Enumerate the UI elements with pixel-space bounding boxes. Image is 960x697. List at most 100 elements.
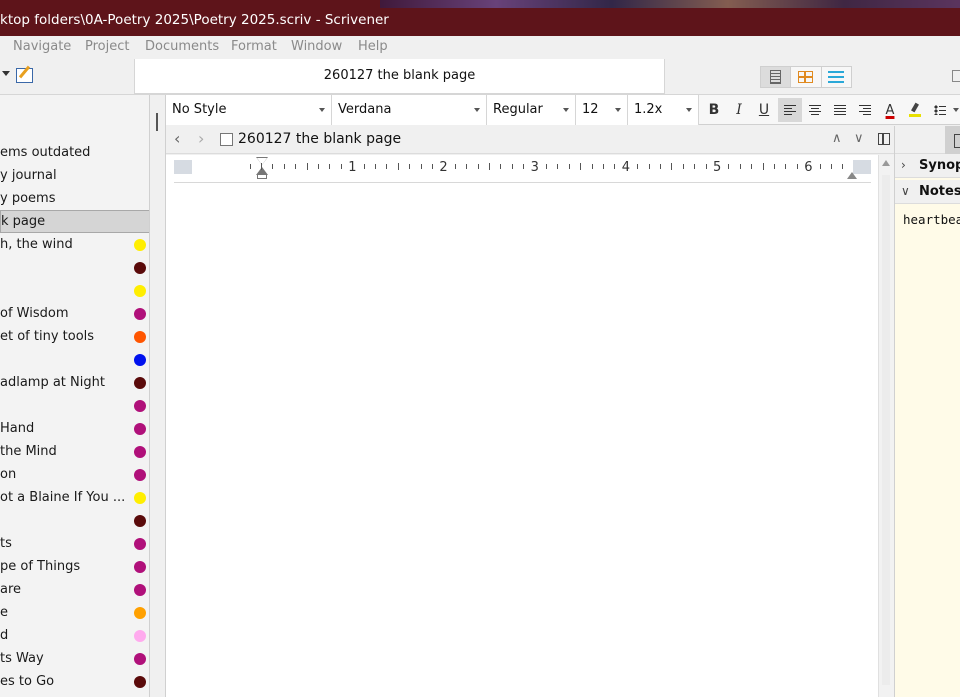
binder-item[interactable]: h, the wind: [0, 233, 149, 256]
binder-item[interactable]: ot a Blaine If You ...: [0, 486, 149, 509]
binder-item[interactable]: on: [0, 463, 149, 486]
menu-project[interactable]: Project: [85, 39, 129, 54]
ruler-tick: [397, 163, 399, 170]
align-left-button[interactable]: [778, 98, 802, 122]
notes-text[interactable]: heartbea: [903, 212, 960, 227]
ruler-tick: [819, 164, 821, 169]
font-color-button[interactable]: A: [878, 98, 902, 122]
menu-documents[interactable]: Documents: [145, 39, 219, 54]
font-weight-value: Regular: [493, 102, 543, 117]
document-title-display: 260127 the blank page: [134, 59, 665, 94]
split-editor-icon[interactable]: [878, 133, 890, 145]
indent-box[interactable]: [257, 174, 267, 179]
binder-item[interactable]: Hand: [0, 417, 149, 440]
ruler-number: 2: [439, 160, 448, 175]
scroll-up-icon[interactable]: [882, 160, 890, 166]
synopsis-label: Synop: [919, 158, 960, 173]
binder-item[interactable]: of Wisdom: [0, 302, 149, 325]
chevron-down-icon: [615, 108, 621, 112]
ruler-tick: [318, 164, 319, 169]
ruler-tick: [283, 164, 285, 169]
editor-scrollbar[interactable]: [878, 155, 894, 697]
binder-item-label: et of tiny tools: [0, 329, 95, 344]
binder-item-selected[interactable]: k page: [0, 210, 149, 233]
notes-section-header[interactable]: ∨ Notes: [895, 180, 960, 204]
binder-item[interactable]: [0, 348, 149, 371]
highlight-button[interactable]: [903, 98, 927, 122]
binder-item[interactable]: y poems: [0, 187, 149, 210]
underline-button[interactable]: U: [752, 98, 776, 122]
binder-item-label: ems outdated: [0, 145, 91, 160]
paragraph-style-dropdown[interactable]: No Style: [166, 95, 332, 125]
binder-item[interactable]: et of tiny tools: [0, 325, 149, 348]
font-size-dropdown[interactable]: 12: [576, 95, 628, 125]
font-family-dropdown[interactable]: Verdana: [332, 95, 487, 125]
synopsis-section-header[interactable]: › Synop: [895, 154, 960, 178]
chevron-down-icon[interactable]: ∨: [854, 131, 864, 146]
outliner-view-button[interactable]: [822, 67, 851, 87]
paragraph-style-value: No Style: [172, 102, 227, 117]
binder-item[interactable]: y journal: [0, 164, 149, 187]
binder-item[interactable]: e: [0, 601, 149, 624]
binder-item[interactable]: adlamp at Night: [0, 371, 149, 394]
binder-item[interactable]: d: [0, 624, 149, 647]
binder-item-label: es to Go: [0, 674, 55, 689]
font-weight-dropdown[interactable]: Regular: [487, 95, 576, 125]
menu-help[interactable]: Help: [358, 39, 388, 54]
quick-edit-icon[interactable]: [16, 68, 33, 83]
corkboard-view-button[interactable]: [791, 67, 822, 87]
binder-item[interactable]: pe of Things: [0, 555, 149, 578]
ruler-tick: [306, 163, 308, 170]
editor-document-title[interactable]: 260127 the blank page: [238, 131, 401, 147]
text-editor[interactable]: [174, 185, 864, 685]
label-color-dot: [134, 630, 146, 642]
ruler-tick: [614, 164, 616, 169]
binder-item[interactable]: [0, 256, 149, 279]
align-right-button[interactable]: [853, 98, 877, 122]
binder-item[interactable]: ems outdated: [0, 141, 149, 164]
ruler-tick: [762, 163, 764, 170]
binder-item[interactable]: are: [0, 578, 149, 601]
binder-item[interactable]: ts Way: [0, 647, 149, 670]
splitter-grip[interactable]: [156, 113, 158, 131]
ruler[interactable]: 1234567: [174, 157, 904, 179]
menu-window[interactable]: Window: [291, 39, 342, 54]
binder-item[interactable]: [0, 394, 149, 417]
toolbar-overflow-icon[interactable]: [952, 70, 960, 82]
binder-item[interactable]: ts: [0, 532, 149, 555]
menu-format[interactable]: Format: [231, 39, 277, 54]
italic-button[interactable]: I: [727, 98, 751, 122]
notes-tab-icon[interactable]: [945, 126, 960, 154]
binder-item[interactable]: [0, 279, 149, 302]
chevron-down-icon[interactable]: [953, 108, 959, 112]
binder-item[interactable]: [0, 509, 149, 532]
dropdown-arrow-icon[interactable]: [2, 71, 10, 76]
document-view-button[interactable]: [761, 67, 792, 87]
ruler-number: 4: [621, 160, 631, 175]
right-indent-marker[interactable]: [847, 172, 857, 179]
binder-item-label: ts: [0, 536, 12, 551]
line-spacing-dropdown[interactable]: 1.2x: [628, 95, 699, 125]
chevron-down-icon: [474, 108, 480, 112]
scrollbar-thumb[interactable]: [882, 175, 890, 685]
menu-navigate[interactable]: Navigate: [13, 39, 71, 54]
bold-button[interactable]: B: [702, 98, 726, 122]
ruler-tick: [272, 164, 274, 169]
binder-item[interactable]: es to Go: [0, 670, 149, 693]
chevron-up-icon[interactable]: ∧: [832, 131, 842, 146]
document-icon: [220, 133, 233, 146]
align-center-button[interactable]: [803, 98, 827, 122]
font-size-value: 12: [582, 102, 599, 117]
outliner-icon: [828, 71, 845, 83]
ruler-tick: [409, 164, 411, 169]
binder-splitter[interactable]: [150, 95, 166, 697]
align-justify-button[interactable]: [828, 98, 852, 122]
label-color-dot: [134, 354, 146, 366]
forward-chevron-icon[interactable]: ›: [198, 129, 204, 148]
ruler-number: 5: [713, 160, 722, 175]
align-left-icon: [784, 105, 796, 115]
back-chevron-icon[interactable]: ‹: [174, 129, 180, 148]
list-button[interactable]: [928, 98, 952, 122]
title-bar: ktop folders\0A-Poetry 2025\Poetry 2025.…: [0, 0, 960, 36]
binder-item[interactable]: the Mind: [0, 440, 149, 463]
